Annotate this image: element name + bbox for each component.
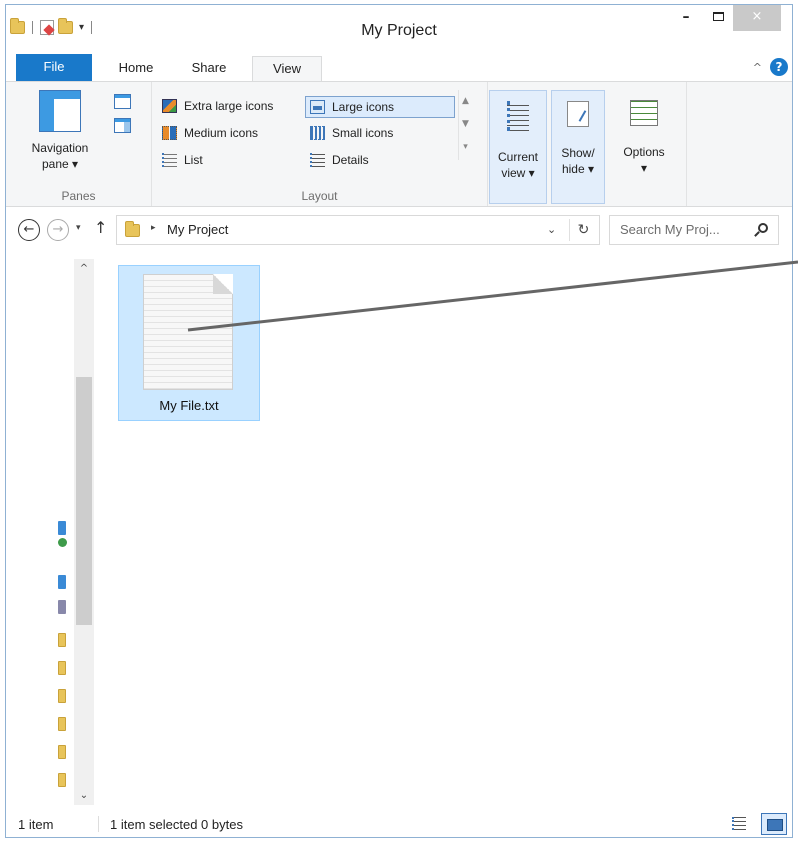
close-button[interactable]: × (733, 5, 781, 31)
search-icon[interactable] (758, 223, 768, 233)
file-list: My File.txt (104, 255, 792, 809)
folder-icon[interactable] (58, 717, 66, 731)
recent-locations-dropdown[interactable]: ▾ (76, 223, 81, 233)
ribbon-separator (686, 82, 687, 206)
scroll-up-arrow[interactable]: ^ (74, 263, 94, 274)
medium-icons-icon (162, 126, 177, 140)
text-file-icon (143, 274, 233, 390)
navigation-scrollbar[interactable]: ^ ⌄ (74, 259, 94, 805)
layout-item-label: Large icons (332, 100, 395, 114)
address-dropdown[interactable]: ⌄ (547, 223, 556, 236)
file-explorer-window: ▾ My Project – × File Home Share View ^ … (5, 4, 793, 838)
current-view-label: Current (497, 150, 538, 164)
folder-icon[interactable] (58, 661, 66, 675)
layout-gallery-scroll[interactable]: ▲ ▼ ▾ (458, 90, 472, 160)
navigation-pane-button[interactable]: Navigation pane ▾ (10, 90, 110, 172)
folder-icon[interactable] (58, 745, 66, 759)
show-hide-label: Show/ (561, 146, 595, 160)
preview-pane-icon[interactable] (114, 94, 131, 109)
title-bar: ▾ My Project – × (6, 5, 792, 51)
search-input[interactable]: Search My Proj... (620, 222, 720, 237)
group-label-panes: Panes (61, 189, 96, 203)
layout-extra-large-icons[interactable]: Extra large icons (158, 96, 273, 118)
selection-info: 1 item selected 0 bytes (110, 817, 243, 832)
help-area: ^ ? (753, 58, 788, 76)
options-label-2: ▾ (640, 161, 648, 175)
up-button[interactable]: ↑ (94, 218, 107, 237)
folder-icon (125, 221, 140, 237)
status-separator (98, 816, 99, 832)
breadcrumb-my-project[interactable]: My Project (167, 222, 228, 237)
current-view-button[interactable]: Current view ▾ (489, 90, 547, 204)
computer-icon[interactable] (58, 575, 66, 589)
list-icon (162, 153, 177, 167)
tab-file[interactable]: File (16, 54, 92, 82)
folder-icon[interactable] (58, 633, 66, 647)
minimize-ribbon-button[interactable]: ^ (753, 61, 762, 74)
tab-home[interactable]: Home (106, 56, 166, 82)
details-icon (310, 153, 325, 167)
details-view-icon[interactable] (732, 817, 746, 830)
file-item[interactable]: My File.txt (118, 265, 260, 421)
minimize-button[interactable]: – (671, 5, 701, 31)
current-view-icon (507, 101, 529, 131)
breadcrumb-separator[interactable]: ▸ (151, 223, 156, 233)
options-button[interactable]: Options ▾ (611, 90, 677, 204)
layout-group: Extra large icons Large icons Medium ico… (152, 82, 488, 206)
search-box[interactable]: Search My Proj... (609, 215, 779, 245)
favorites-icon[interactable] (58, 521, 66, 535)
tab-share[interactable]: Share (176, 56, 242, 82)
ribbon-tabs: File Home Share View ^ ? (6, 51, 792, 82)
recycle-bin-icon[interactable] (58, 600, 66, 614)
navigation-pane-icon (39, 90, 81, 132)
options-icon (630, 100, 658, 126)
small-icons-icon (310, 126, 325, 140)
item-count: 1 item (18, 817, 54, 832)
extra-large-icons-icon (162, 99, 177, 113)
group-label-layout: Layout (301, 189, 338, 203)
navigation-bar: ← → ▾ ↑ ▸ My Project ⌄ ↻ Search My Proj.… (6, 215, 792, 247)
layout-list[interactable]: List (158, 150, 203, 172)
file-name: My File.txt (159, 398, 219, 413)
layout-item-label: List (184, 153, 203, 167)
help-icon[interactable]: ? (770, 58, 788, 76)
maximize-button[interactable] (703, 5, 733, 31)
scroll-down-arrow[interactable]: ⌄ (74, 790, 94, 801)
scroll-thumb[interactable] (76, 377, 92, 625)
maximize-icon (712, 12, 724, 21)
back-button[interactable]: ← (18, 219, 40, 241)
refresh-button[interactable]: ↻ (569, 219, 597, 241)
large-icons-view-icon[interactable] (761, 813, 787, 835)
layout-large-icons[interactable]: Large icons (305, 96, 455, 118)
show-hide-icon (567, 101, 589, 127)
layout-item-label: Extra large icons (184, 99, 274, 113)
navigation-pane-label-2: pane ▾ (41, 157, 79, 171)
ribbon: Navigation pane ▾ Panes Extra large icon… (6, 81, 792, 207)
network-icon[interactable] (58, 538, 67, 547)
details-pane-icon[interactable] (114, 118, 131, 133)
layout-medium-icons[interactable]: Medium icons (158, 123, 258, 145)
layout-item-label: Medium icons (184, 126, 259, 140)
layout-small-icons[interactable]: Small icons (306, 123, 393, 145)
show-hide-label-2: hide ▾ (561, 162, 595, 176)
navigation-pane-label: Navigation (31, 141, 89, 155)
forward-button[interactable]: → (47, 219, 69, 241)
layout-item-label: Details (332, 153, 369, 167)
address-bar[interactable]: ▸ My Project ⌄ ↻ (116, 215, 600, 245)
panes-group: Navigation pane ▾ Panes (6, 82, 152, 206)
current-view-label-2: view ▾ (501, 166, 535, 180)
large-icons-icon (310, 100, 325, 114)
tab-view[interactable]: View (252, 56, 322, 82)
navigation-pane: ^ ⌄ (6, 255, 98, 809)
status-bar: 1 item 1 item selected 0 bytes (6, 810, 792, 838)
layout-details[interactable]: Details (306, 150, 369, 172)
folder-icon[interactable] (58, 689, 66, 703)
layout-item-label: Small icons (332, 126, 394, 140)
show-hide-button[interactable]: Show/ hide ▾ (551, 90, 605, 204)
options-label: Options (623, 145, 665, 159)
folder-icon[interactable] (58, 773, 66, 787)
